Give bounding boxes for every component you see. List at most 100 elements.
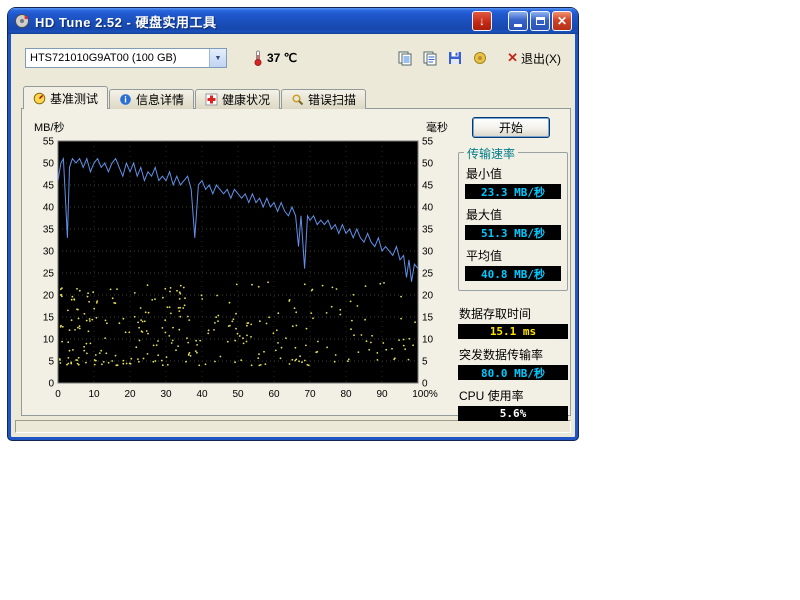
tab-error-scan[interactable]: 错误扫描	[281, 89, 366, 109]
maximize-button[interactable]	[530, 11, 550, 31]
thermometer-icon	[253, 50, 263, 66]
x-tick-label: 50	[232, 389, 244, 400]
cpu-usage-value: 5.6%	[458, 406, 568, 421]
y-tick-label: 15	[43, 313, 55, 324]
options-icon	[472, 50, 488, 66]
x-tick-label: 80	[340, 389, 352, 400]
save-button[interactable]	[444, 48, 466, 68]
right-axis-label: 毫秒	[426, 120, 448, 134]
y-tick-label: 50	[43, 159, 55, 170]
y-tick-label-right: 5	[422, 357, 428, 368]
y-tick-label: 55	[43, 137, 55, 148]
info-icon: i	[119, 93, 132, 106]
benchmark-chart: MB/秒毫秒0055101015152020252530303535404045…	[30, 119, 450, 409]
status-bar	[15, 420, 571, 433]
benchmark-icon	[33, 92, 46, 105]
access-time-label: 数据存取时间	[459, 305, 568, 322]
app-icon	[14, 13, 30, 29]
svg-text:i: i	[124, 95, 127, 105]
tab-label: 基准测试	[50, 90, 98, 107]
y-tick-label: 20	[43, 291, 55, 302]
tab-benchmark[interactable]: 基准测试	[23, 86, 108, 109]
x-tick-label: 90	[376, 389, 388, 400]
transfer-rate-group: 传输速率 最小值 23.3 MB/秒 最大值 51.3 MB/秒 平均值 40.…	[458, 152, 568, 291]
y-tick-label-right: 25	[422, 269, 434, 280]
copy-text-button[interactable]	[419, 48, 441, 68]
tab-info[interactable]: i 信息详情	[109, 89, 194, 109]
health-icon	[205, 93, 218, 106]
x-tick-label: 0	[55, 389, 61, 400]
minimize-button[interactable]	[508, 11, 528, 31]
scan-icon	[291, 93, 304, 106]
y-tick-label: 10	[43, 335, 55, 346]
y-tick-label-right: 55	[422, 137, 434, 148]
maximize-icon	[536, 17, 545, 25]
x-tick-label: 60	[268, 389, 280, 400]
group-title: 传输速率	[464, 145, 518, 162]
hdtune-window: HD Tune 2.52 - 硬盘实用工具 ↓ ✕ HTS721010G9AT0…	[8, 8, 578, 440]
avg-label: 平均值	[466, 247, 561, 264]
window-title: HD Tune 2.52 - 硬盘实用工具	[35, 12, 216, 31]
x-tick-label: 40	[196, 389, 208, 400]
x-tick-label: 100%	[412, 389, 438, 400]
tab-bar: 基准测试 i 信息详情 健康状况 错误扫描	[23, 86, 367, 109]
y-tick-label: 5	[48, 357, 54, 368]
y-tick-label-right: 10	[422, 335, 434, 346]
cpu-usage-label: CPU 使用率	[459, 387, 568, 404]
tab-label: 信息详情	[136, 91, 184, 108]
y-tick-label-right: 15	[422, 313, 434, 324]
window-controls: ↓ ✕	[472, 11, 572, 31]
results-panel: 开始 传输速率 最小值 23.3 MB/秒 最大值 51.3 MB/秒 平均值 …	[458, 113, 568, 421]
exit-button[interactable]: ✕ 退出(X)	[507, 50, 561, 67]
max-value: 51.3 MB/秒	[465, 225, 561, 240]
exit-label: 退出(X)	[521, 50, 561, 67]
burst-rate-label: 突发数据传输率	[459, 346, 568, 363]
desktop-canvas: HD Tune 2.52 - 硬盘实用工具 ↓ ✕ HTS721010G9AT0…	[0, 0, 800, 600]
y-tick-label-right: 45	[422, 181, 434, 192]
y-tick-label: 25	[43, 269, 55, 280]
x-tick-label: 70	[304, 389, 316, 400]
y-tick-label-right: 40	[422, 203, 434, 214]
copy-image-icon	[397, 50, 413, 66]
x-tick-label: 30	[160, 389, 172, 400]
close-button[interactable]: ✕	[552, 11, 572, 31]
y-tick-label-right: 50	[422, 159, 434, 170]
drive-select-value: HTS721010G9AT00 (100 GB)	[26, 52, 209, 64]
y-tick-label: 30	[43, 247, 55, 258]
options-button[interactable]	[469, 48, 491, 68]
y-tick-label-right: 30	[422, 247, 434, 258]
temperature-value: 37 ℃	[267, 51, 297, 65]
left-axis-label: MB/秒	[34, 120, 65, 134]
exit-x-icon: ✕	[507, 50, 518, 66]
y-tick-label-right: 20	[422, 291, 434, 302]
update-download-button[interactable]: ↓	[472, 11, 492, 31]
access-time-value: 15.1 ms	[458, 324, 568, 339]
minimize-icon	[514, 24, 522, 27]
tab-label: 健康状况	[222, 91, 270, 108]
copy-text-icon	[422, 50, 438, 66]
y-tick-label-right: 0	[422, 379, 428, 390]
x-tick-label: 10	[88, 389, 100, 400]
copy-image-button[interactable]	[394, 48, 416, 68]
benchmark-panel: MB/秒毫秒0055101015152020252530303535404045…	[21, 108, 571, 416]
titlebar[interactable]: HD Tune 2.52 - 硬盘实用工具 ↓ ✕	[8, 8, 578, 34]
y-tick-label: 40	[43, 203, 55, 214]
toolbar: HTS721010G9AT00 (100 GB) ▼ 37 ℃ ✕	[11, 34, 575, 82]
burst-rate-value: 80.0 MB/秒	[458, 365, 568, 380]
min-label: 最小值	[466, 165, 561, 182]
y-tick-label: 45	[43, 181, 55, 192]
drive-select[interactable]: HTS721010G9AT00 (100 GB) ▼	[25, 48, 227, 68]
x-tick-label: 20	[124, 389, 136, 400]
y-tick-label: 0	[48, 379, 54, 390]
temperature-indicator: 37 ℃	[253, 50, 297, 66]
start-button[interactable]: 开始	[472, 117, 550, 138]
tab-health[interactable]: 健康状况	[195, 89, 280, 109]
dropdown-arrow-icon[interactable]: ▼	[209, 49, 226, 67]
y-tick-label: 35	[43, 225, 55, 236]
min-value: 23.3 MB/秒	[465, 184, 561, 199]
max-label: 最大值	[466, 206, 561, 223]
avg-value: 40.8 MB/秒	[465, 266, 561, 281]
save-icon	[447, 50, 463, 66]
tab-label: 错误扫描	[308, 91, 356, 108]
y-tick-label-right: 35	[422, 225, 434, 236]
